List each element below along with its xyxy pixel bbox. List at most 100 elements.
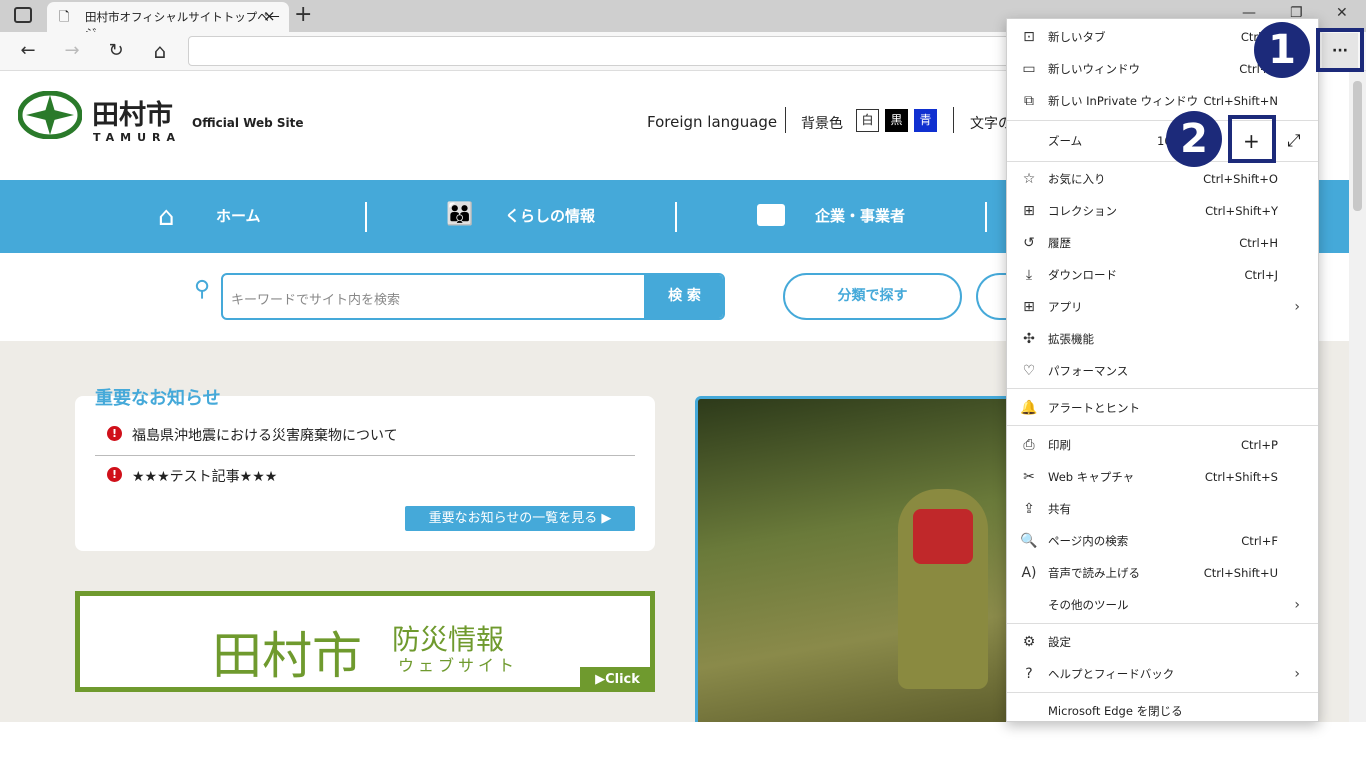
forward-button[interactable]: → <box>57 36 87 66</box>
menu-item-favorites[interactable]: ☆ お気に入り Ctrl+Shift+O <box>1007 163 1318 195</box>
menu-separator <box>1007 692 1318 693</box>
notice-link[interactable]: ★★★テスト記事★★★ <box>132 466 277 486</box>
briefcase-icon <box>757 204 785 226</box>
menu-item-help[interactable]: ? ヘルプとフィードバック › <box>1007 658 1318 690</box>
menu-item-performance[interactable]: ♡ パフォーマンス <box>1007 355 1318 387</box>
bell-icon: 🔔 <box>1020 400 1038 416</box>
menu-label: 印刷 <box>1048 438 1071 452</box>
search-input[interactable]: キーワードでサイト内を検索 <box>231 289 400 308</box>
menu-separator <box>1007 388 1318 389</box>
menu-shortcut: Ctrl+Shift+U <box>1203 566 1278 580</box>
tab-close-icon[interactable]: × <box>263 7 276 25</box>
menu-item-inprivate[interactable]: ⧉ 新しい InPrivate ウィンドウ Ctrl+Shift+N <box>1007 85 1318 117</box>
menu-item-more-tools[interactable]: その他のツール › <box>1007 589 1318 621</box>
menu-shortcut: Ctrl+Shift+S <box>1204 470 1278 484</box>
gear-icon: ⚙ <box>1022 634 1036 650</box>
notice-link[interactable]: 福島県沖地震における災害廃棄物について <box>132 425 398 445</box>
tab-actions-icon[interactable] <box>14 7 32 23</box>
logo-name: 田村市 <box>92 100 173 131</box>
menu-item-settings[interactable]: ⚙ 設定 <box>1007 626 1318 658</box>
bousai-sub: ウェブサイト <box>398 656 519 675</box>
menu-item-web-capture[interactable]: ✂ Web キャプチャ Ctrl+Shift+S <box>1007 461 1318 493</box>
active-tab[interactable]: 🗋 田村市オフィシャルサイトトップページ × <box>47 2 289 40</box>
menu-item-collections[interactable]: ⊞ コレクション Ctrl+Shift+Y <box>1007 195 1318 227</box>
home-button[interactable]: ⌂ <box>145 36 175 66</box>
refresh-button[interactable]: ↻ <box>101 36 131 66</box>
bousai-city: 田村市 <box>212 627 362 685</box>
share-icon: ⇪ <box>1023 501 1035 517</box>
menu-separator <box>1007 425 1318 426</box>
city-emblem-icon <box>18 91 82 139</box>
menu-item-read-aloud[interactable]: A) 音声で読み上げる Ctrl+Shift+U <box>1007 557 1318 589</box>
history-icon: ↺ <box>1023 235 1035 251</box>
menu-label: 新しいウィンドウ <box>1048 62 1140 76</box>
back-button[interactable]: ← <box>13 36 43 66</box>
category-search-button[interactable]: 分類で探す <box>783 273 962 320</box>
menu-label: Microsoft Edge を閉じる <box>1048 704 1183 718</box>
menu-label: お気に入り <box>1048 172 1106 186</box>
disaster-info-banner[interactable]: 田村市 防災情報 ウェブサイト ▶Click <box>75 591 655 692</box>
menu-item-close-edge[interactable]: Microsoft Edge を閉じる <box>1007 695 1318 727</box>
notice-list-button[interactable]: 重要なお知らせの一覧を見る ▶ <box>405 506 635 531</box>
chevron-right-icon: › <box>1294 299 1300 315</box>
close-window-button[interactable]: ✕ <box>1336 5 1348 21</box>
nav-separator <box>675 202 677 232</box>
menu-label: コレクション <box>1048 204 1117 218</box>
menu-shortcut: Ctrl+Shift+Y <box>1205 204 1278 218</box>
nav-business[interactable]: 企業・事業者 <box>815 180 905 253</box>
new-window-icon: ▭ <box>1022 61 1036 77</box>
bg-blue-button[interactable]: 青 <box>914 109 937 132</box>
step-1-highlight <box>1316 28 1364 72</box>
menu-label: 音声で読み上げる <box>1048 566 1140 580</box>
star-icon: ☆ <box>1022 171 1036 187</box>
family-icon: 👪 <box>446 202 474 227</box>
bg-black-button[interactable]: 黒 <box>885 109 908 132</box>
home-icon: ⌂ <box>158 202 175 232</box>
menu-label: ページ内の検索 <box>1048 534 1129 548</box>
address-bar[interactable] <box>188 36 1018 66</box>
notice-divider <box>95 455 635 456</box>
search-box: キーワードでサイト内を検索 検 索 <box>221 273 725 320</box>
search-button[interactable]: 検 索 <box>644 275 723 318</box>
menu-item-extensions[interactable]: ✣ 拡張機能 <box>1007 323 1318 355</box>
alert-icon: ! <box>107 426 122 441</box>
bg-white-button[interactable]: 白 <box>856 109 879 132</box>
nav-living[interactable]: くらしの情報 <box>505 180 595 253</box>
performance-icon: ♡ <box>1022 363 1036 379</box>
menu-shortcut: Ctrl+Shift+N <box>1203 94 1278 108</box>
menu-label: 新しい InPrivate ウィンドウ <box>1048 94 1199 108</box>
menu-label: その他のツール <box>1048 598 1129 612</box>
menu-label: アプリ <box>1048 300 1083 314</box>
scrollbar-thumb[interactable] <box>1353 81 1362 211</box>
divider <box>785 107 786 133</box>
zoom-label: ズーム <box>1048 134 1083 148</box>
menu-label: アラートとヒント <box>1048 401 1140 415</box>
nav-separator <box>985 202 987 232</box>
menu-item-print[interactable]: ⎙ 印刷 Ctrl+P <box>1007 429 1318 461</box>
foreign-language-link[interactable]: Foreign language <box>647 113 777 131</box>
find-icon: 🔍 <box>1020 533 1038 549</box>
menu-label: ダウンロード <box>1048 268 1117 282</box>
menu-item-downloads[interactable]: ⤓ ダウンロード Ctrl+J <box>1007 259 1318 291</box>
page-scrollbar[interactable] <box>1349 71 1366 722</box>
important-notice-title: 重要なお知らせ <box>95 388 221 409</box>
menu-shortcut: Ctrl+F <box>1241 534 1278 548</box>
menu-item-apps[interactable]: ⊞ アプリ › <box>1007 291 1318 323</box>
new-tab-button[interactable]: + <box>294 2 312 27</box>
menu-item-history[interactable]: ↺ 履歴 Ctrl+H <box>1007 227 1318 259</box>
bg-color-label: 背景色 <box>801 116 843 132</box>
nav-home[interactable]: ホーム <box>216 180 261 253</box>
print-icon: ⎙ <box>1023 437 1035 453</box>
alert-icon: ! <box>107 467 122 482</box>
menu-label: Web キャプチャ <box>1048 470 1135 484</box>
important-notice-box: 重要なお知らせ ! 福島県沖地震における災害廃棄物について ! ★★★テスト記事… <box>75 388 655 551</box>
menu-item-alerts[interactable]: 🔔 アラートとヒント <box>1007 392 1318 424</box>
extensions-icon: ✣ <box>1023 331 1035 347</box>
fullscreen-button[interactable]: ⤢ <box>1287 124 1301 158</box>
help-icon: ? <box>1025 666 1033 682</box>
read-aloud-icon: A) <box>1021 565 1037 581</box>
menu-label: ヘルプとフィードバック <box>1048 667 1175 681</box>
menu-item-find[interactable]: 🔍 ページ内の検索 Ctrl+F <box>1007 525 1318 557</box>
chevron-right-icon: › <box>1294 597 1300 613</box>
menu-item-share[interactable]: ⇪ 共有 <box>1007 493 1318 525</box>
